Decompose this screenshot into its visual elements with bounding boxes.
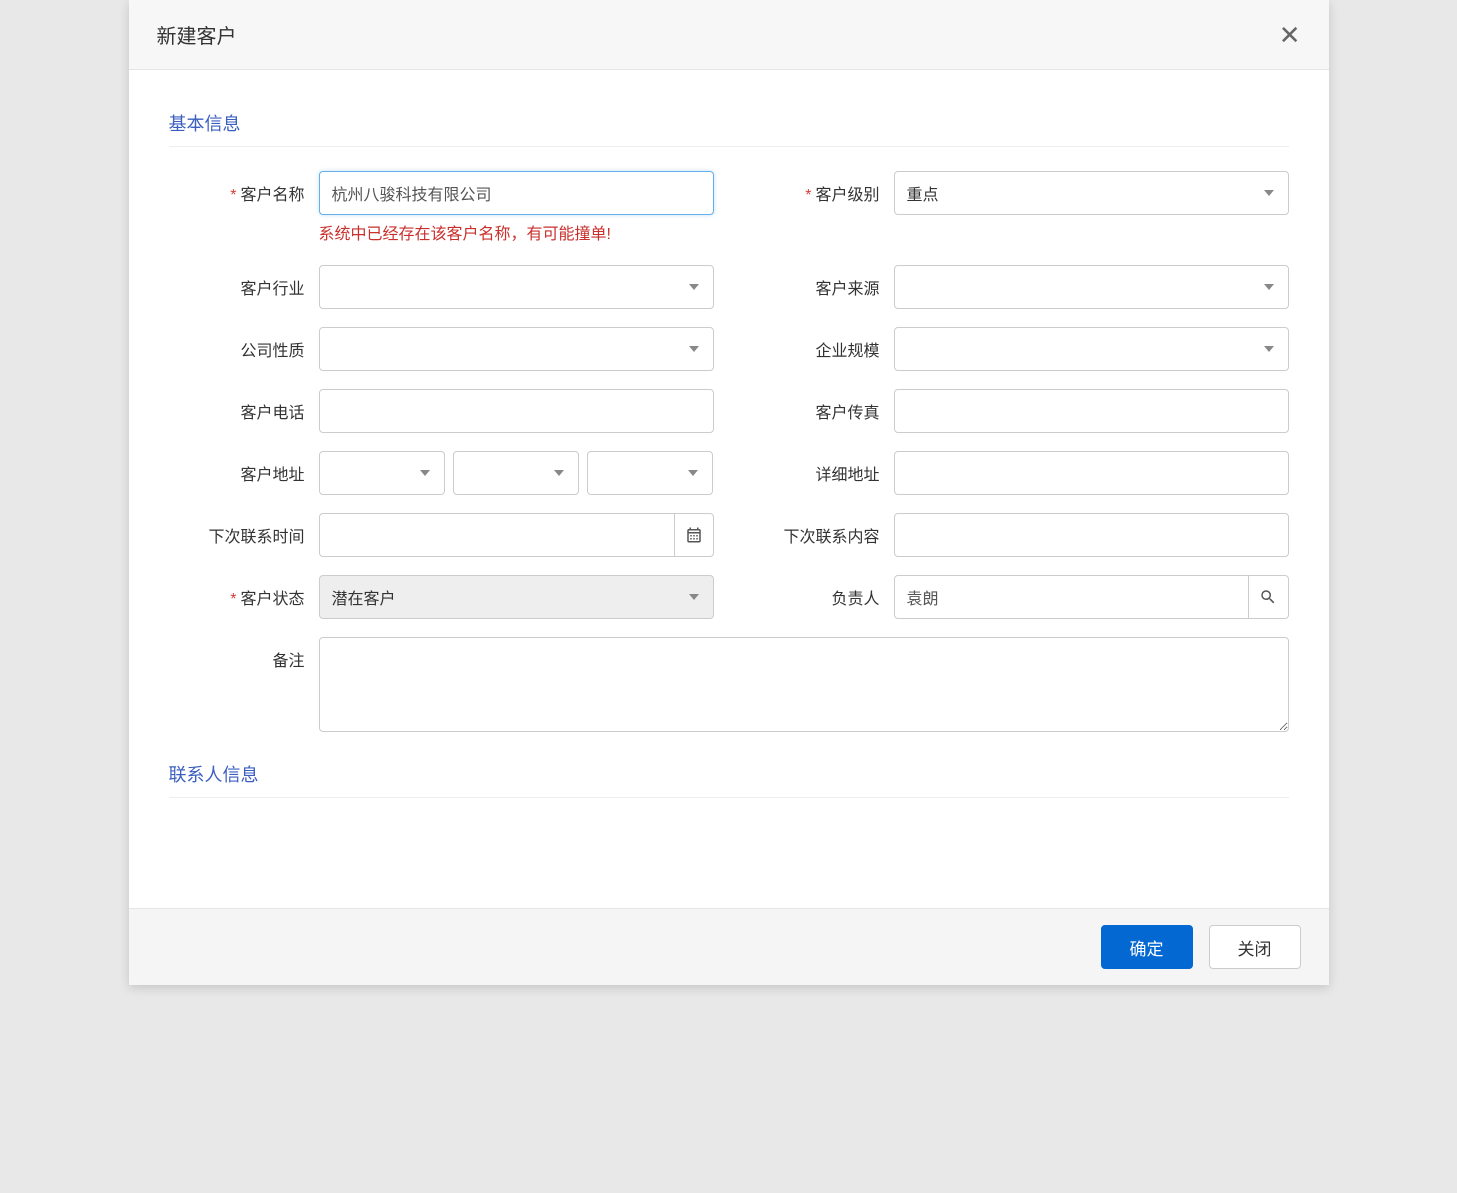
label-owner: 负责人 xyxy=(744,575,894,609)
label-customer-source: 客户来源 xyxy=(744,265,894,299)
label-customer-fax: 客户传真 xyxy=(744,389,894,423)
address-province-select[interactable] xyxy=(319,451,445,495)
customer-name-input[interactable] xyxy=(319,171,714,215)
close-button[interactable]: 关闭 xyxy=(1209,925,1301,969)
search-icon xyxy=(1259,588,1277,606)
label-customer-industry: 客户行业 xyxy=(169,265,319,299)
detail-address-input[interactable] xyxy=(894,451,1289,495)
company-scale-select[interactable] xyxy=(894,327,1289,371)
section-contact-info: 联系人信息 xyxy=(169,761,1289,798)
customer-status-select[interactable]: 潜在客户 xyxy=(319,575,714,619)
next-contact-content-input[interactable] xyxy=(894,513,1289,557)
chevron-down-icon xyxy=(554,470,564,476)
label-company-nature: 公司性质 xyxy=(169,327,319,361)
dialog-header: 新建客户 ✕ xyxy=(129,0,1329,70)
label-customer-address: 客户地址 xyxy=(169,451,319,485)
section-basic-info: 基本信息 xyxy=(169,110,1289,147)
label-company-scale: 企业规模 xyxy=(744,327,894,361)
dialog-body: 基本信息 *客户名称 系统中已经存在该客户名称，有可能撞单! *客户级别 重点 xyxy=(129,70,1329,908)
customer-name-warning: 系统中已经存在该客户名称，有可能撞单! xyxy=(319,223,649,247)
confirm-button[interactable]: 确定 xyxy=(1101,925,1193,969)
customer-source-select[interactable] xyxy=(894,265,1289,309)
label-next-contact-content: 下次联系内容 xyxy=(744,513,894,547)
address-district-select[interactable] xyxy=(587,451,713,495)
address-city-select[interactable] xyxy=(453,451,579,495)
customer-level-select[interactable]: 重点 xyxy=(894,171,1289,215)
new-customer-dialog: 新建客户 ✕ 基本信息 *客户名称 系统中已经存在该客户名称，有可能撞单! *客… xyxy=(129,0,1329,985)
next-contact-time-input[interactable] xyxy=(319,513,674,557)
label-customer-name: *客户名称 xyxy=(169,171,319,205)
label-next-contact-time: 下次联系时间 xyxy=(169,513,319,547)
remark-textarea[interactable] xyxy=(319,637,1289,732)
calendar-icon[interactable] xyxy=(674,513,714,557)
close-icon[interactable]: ✕ xyxy=(1279,22,1301,48)
chevron-down-icon xyxy=(689,346,699,352)
label-customer-status: *客户状态 xyxy=(169,575,319,609)
customer-phone-input[interactable] xyxy=(319,389,714,433)
chevron-down-icon xyxy=(1264,190,1274,196)
owner-search-button[interactable] xyxy=(1249,575,1288,619)
dialog-footer: 确定 关闭 xyxy=(129,908,1329,985)
label-customer-level: *客户级别 xyxy=(744,171,894,205)
label-detail-address: 详细地址 xyxy=(744,451,894,485)
chevron-down-icon xyxy=(688,470,698,476)
owner-input[interactable] xyxy=(894,575,1250,619)
chevron-down-icon xyxy=(689,284,699,290)
customer-fax-input[interactable] xyxy=(894,389,1289,433)
chevron-down-icon xyxy=(1264,284,1274,290)
label-customer-phone: 客户电话 xyxy=(169,389,319,423)
chevron-down-icon xyxy=(420,470,430,476)
label-remark: 备注 xyxy=(169,637,319,671)
dialog-title: 新建客户 xyxy=(157,20,237,49)
company-nature-select[interactable] xyxy=(319,327,714,371)
chevron-down-icon xyxy=(689,594,699,600)
customer-industry-select[interactable] xyxy=(319,265,714,309)
chevron-down-icon xyxy=(1264,346,1274,352)
